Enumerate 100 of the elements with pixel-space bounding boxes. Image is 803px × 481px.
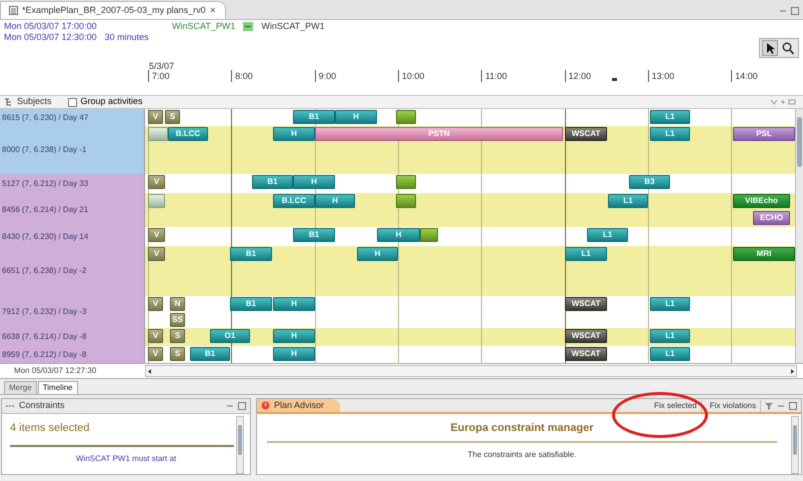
subject-label[interactable]: 8000 (7, 6.238) / Day -1: [0, 126, 144, 174]
activity-bar[interactable]: S: [170, 347, 185, 361]
activity-bar[interactable]: SS: [170, 313, 185, 327]
activity-bar[interactable]: V: [148, 347, 163, 361]
activity-name: WinSCAT_PW1: [172, 20, 236, 33]
activity-bar[interactable]: L1: [650, 297, 690, 311]
activity-bar[interactable]: B1: [252, 175, 293, 189]
end-time: Mon 05/03/07 12:30:00: [4, 31, 97, 44]
activity-bar[interactable]: S: [170, 329, 185, 343]
activity-bar[interactable]: [148, 194, 165, 208]
activity-bar[interactable]: B.LCC: [273, 194, 315, 208]
filter-icon: [765, 402, 773, 410]
activity-bar[interactable]: [148, 127, 168, 141]
ruler-hour: 10:00: [398, 70, 424, 82]
activity-bar[interactable]: MRI: [733, 247, 795, 261]
activity-bar[interactable]: L1: [565, 247, 607, 261]
activity-bar[interactable]: S: [165, 110, 180, 124]
activity-bar[interactable]: [396, 194, 416, 208]
ruler-hour: 12:00: [564, 70, 592, 82]
activity-bar[interactable]: V: [148, 175, 165, 189]
activity-bar[interactable]: WSCAT: [565, 329, 607, 343]
activity-bar[interactable]: O1: [210, 329, 250, 343]
view-tab[interactable]: Merge: [4, 381, 37, 394]
activity-bar[interactable]: H: [357, 247, 398, 261]
activity-bar[interactable]: B1: [190, 347, 230, 361]
ruler-hour: 11:00: [481, 70, 508, 82]
subject-label[interactable]: 7912 (7, 6.232) / Day -3: [0, 296, 144, 328]
activity-bar[interactable]: H: [293, 175, 335, 189]
activity-bar[interactable]: B3: [629, 175, 670, 189]
activity-bar[interactable]: H: [273, 347, 315, 361]
subject-label[interactable]: 6638 (7, 6.214) / Day -8: [0, 328, 144, 346]
cursor-time: Mon 05/03/07 12:27:30: [13, 365, 98, 377]
scroll-right-icon: [789, 368, 796, 374]
subject-label[interactable]: 5127 (7, 6.212) / Day 33: [0, 174, 144, 193]
activity-bar[interactable]: [420, 228, 438, 242]
activity-bar[interactable]: H: [273, 297, 315, 311]
activity-bar[interactable]: L1: [650, 110, 690, 124]
activity-bar[interactable]: PSTN: [315, 127, 563, 141]
activity-bar[interactable]: WSCAT: [565, 347, 607, 361]
toolbar-button[interactable]: Fix violations: [706, 400, 761, 412]
group-activities-checkbox[interactable]: Group activities: [68, 95, 143, 109]
activity-bar[interactable]: [396, 175, 416, 189]
activity-bar[interactable]: V: [148, 228, 165, 242]
activity-bar[interactable]: B1: [230, 247, 272, 261]
tree-icon: [4, 98, 13, 106]
activity-bar[interactable]: [396, 110, 416, 124]
activity-bar[interactable]: ECHO: [753, 211, 790, 225]
ruler-hour: 8:00: [231, 70, 253, 82]
activity-bar[interactable]: H: [315, 194, 355, 208]
activity-bar[interactable]: L1: [587, 228, 628, 242]
pointer-tool-button[interactable]: [762, 40, 778, 56]
constraint-item: WinSCAT PW1 must start at: [75, 452, 178, 464]
toolbar-button[interactable]: Fix selected: [650, 400, 702, 412]
start-time: Mon 05/03/07 17:00:00: [4, 20, 98, 33]
document-icon: [9, 6, 18, 15]
advisor-tab[interactable]: Plan Advisor: [257, 399, 340, 412]
activity-bar[interactable]: B1: [293, 228, 335, 242]
activity-bar[interactable]: B.LCC: [168, 127, 208, 141]
selection-summary: 4 items selected: [10, 420, 234, 446]
editor-tab[interactable]: *ExamplePlan_BR_2007-05-03_my plans_rv0 ✕: [0, 1, 226, 19]
activity-bar[interactable]: B1: [293, 110, 335, 124]
close-icon[interactable]: ✕: [210, 4, 217, 16]
panel-title: Plan Advisor: [274, 398, 324, 412]
zoom-tool-button[interactable]: [780, 40, 796, 56]
resolution-label: 30 minutes: [104, 31, 149, 44]
activity-bar[interactable]: V: [148, 329, 163, 343]
ruler-hour: 14:00: [731, 70, 758, 82]
subject-label[interactable]: 8456 (7, 6.214) / Day 21: [0, 193, 144, 227]
activity-bar[interactable]: H: [335, 110, 377, 124]
activity-bar[interactable]: VIBEcho: [733, 194, 790, 208]
activity-bar[interactable]: WSCAT: [565, 297, 607, 311]
subject-label[interactable]: 8430 (7, 6.230) / Day 14: [0, 227, 144, 246]
vertical-scrollbar[interactable]: [791, 416, 799, 474]
subject-label[interactable]: 8615 (7, 6.230) / Day 47: [0, 109, 144, 126]
horizontal-scrollbar[interactable]: [145, 365, 797, 377]
activity-bar[interactable]: V: [148, 297, 163, 311]
view-tab[interactable]: Timeline: [38, 381, 78, 394]
tab-title: *ExamplePlan_BR_2007-05-03_my plans_rv0: [22, 4, 206, 17]
activity-bar[interactable]: PSL: [733, 127, 795, 141]
vertical-scrollbar[interactable]: [795, 109, 803, 363]
activity-bar[interactable]: L1: [650, 329, 690, 343]
activity-bar[interactable]: L1: [608, 194, 648, 208]
activity-name: WinSCAT_PW1: [261, 20, 325, 33]
activity-bar[interactable]: V: [148, 110, 163, 124]
activity-bar[interactable]: N: [170, 297, 185, 311]
activity-bar[interactable]: L1: [650, 127, 690, 141]
subject-label[interactable]: 6651 (7, 6.238) / Day -2: [0, 246, 144, 296]
vertical-scrollbar[interactable]: [236, 416, 244, 474]
ruler-hour: 13:00: [648, 70, 674, 82]
activity-bar[interactable]: WSCAT: [565, 127, 607, 141]
activity-bar[interactable]: L1: [650, 347, 690, 361]
activity-bar[interactable]: H: [273, 329, 315, 343]
activity-bar[interactable]: B1: [230, 297, 272, 311]
activity-bar[interactable]: H: [273, 127, 315, 141]
activity-bar[interactable]: V: [148, 247, 165, 261]
activity-bar[interactable]: H: [377, 228, 420, 242]
scroll-left-icon: [146, 368, 153, 374]
advisor-message: The constraints are satisfiable.: [466, 448, 578, 460]
alert-icon: [261, 401, 270, 410]
subject-label[interactable]: 8959 (7, 6.212) / Day -8: [0, 346, 144, 363]
